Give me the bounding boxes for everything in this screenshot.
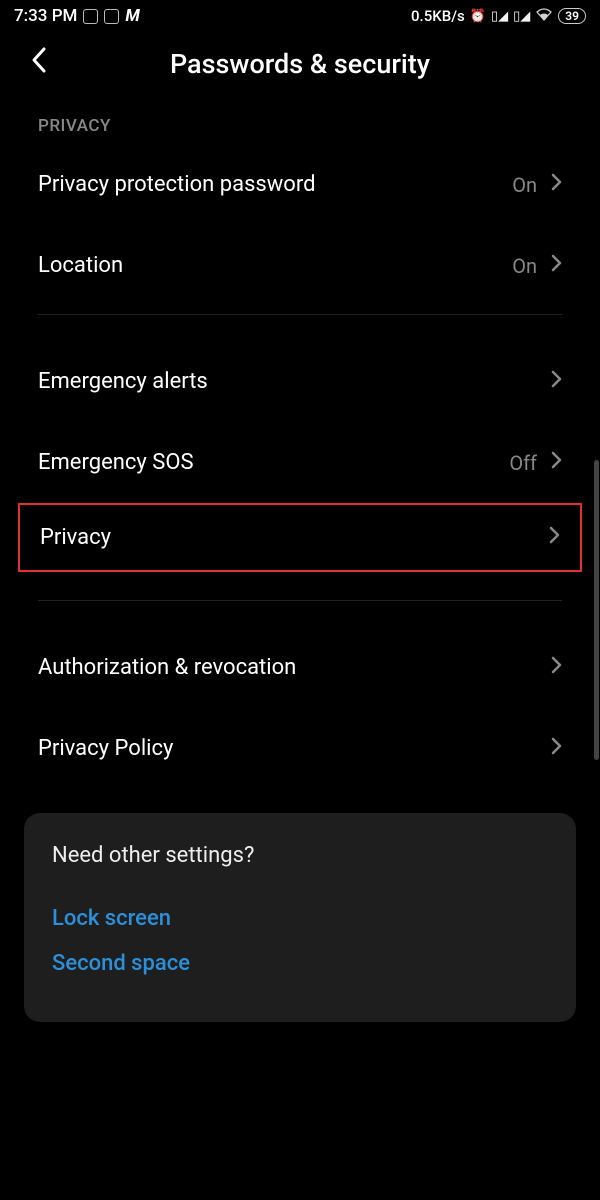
row-authorization-revocation[interactable]: Authorization & revocation: [0, 609, 600, 708]
row-label: Emergency alerts: [38, 369, 208, 394]
app-icon-m: M: [125, 6, 139, 26]
chevron-right-icon: [551, 253, 562, 278]
chevron-right-icon: [551, 369, 562, 394]
back-button[interactable]: [30, 46, 48, 82]
scrollbar[interactable]: [594, 460, 599, 760]
chevron-right-icon: [551, 655, 562, 680]
other-settings-card: Need other settings? Lock screen Second …: [24, 813, 576, 1022]
row-privacy[interactable]: Privacy: [20, 505, 580, 570]
chevron-right-icon: [551, 172, 562, 197]
status-bar: 7:33 PM M 0.5KB/s ⏰ ▯◢ ▯◢ 39: [0, 0, 600, 30]
row-emergency-alerts[interactable]: Emergency alerts: [0, 323, 600, 422]
highlight-privacy: Privacy: [18, 503, 582, 572]
row-label: Location: [38, 253, 123, 278]
app-icon-1: [83, 9, 98, 24]
status-right: 0.5KB/s ⏰ ▯◢ ▯◢ 39: [411, 7, 586, 25]
row-label: Privacy Policy: [38, 736, 173, 761]
network-speed: 0.5KB/s: [411, 7, 465, 25]
status-left: 7:33 PM M: [14, 6, 140, 26]
divider: [38, 600, 562, 601]
row-location[interactable]: Location On: [0, 225, 600, 306]
chevron-right-icon: [551, 736, 562, 761]
row-label: Privacy protection password: [38, 172, 316, 197]
row-value: On: [512, 254, 537, 278]
page-title: Passwords & security: [20, 48, 580, 80]
row-value: On: [512, 173, 537, 197]
volte-icon-2: ▯◢: [513, 9, 530, 24]
wifi-icon: [535, 7, 553, 25]
row-label: Authorization & revocation: [38, 655, 296, 680]
card-title: Need other settings?: [52, 843, 548, 868]
chevron-right-icon: [549, 525, 560, 550]
section-header-privacy: PRIVACY: [0, 108, 600, 144]
link-second-space[interactable]: Second space: [52, 941, 548, 986]
row-privacy-protection-password[interactable]: Privacy protection password On: [0, 144, 600, 225]
battery-indicator: 39: [558, 8, 586, 24]
row-label: Privacy: [40, 525, 111, 550]
link-lock-screen[interactable]: Lock screen: [52, 896, 548, 941]
alarm-icon: ⏰: [470, 9, 486, 24]
status-time: 7:33 PM: [14, 6, 77, 26]
row-value: Off: [509, 451, 537, 475]
chevron-right-icon: [551, 450, 562, 475]
header: Passwords & security: [0, 30, 600, 108]
row-emergency-sos[interactable]: Emergency SOS Off: [0, 422, 600, 503]
row-label: Emergency SOS: [38, 450, 194, 475]
divider: [38, 314, 562, 315]
app-icon-2: [104, 9, 119, 24]
row-privacy-policy[interactable]: Privacy Policy: [0, 708, 600, 789]
volte-icon-1: ▯◢: [491, 9, 508, 24]
